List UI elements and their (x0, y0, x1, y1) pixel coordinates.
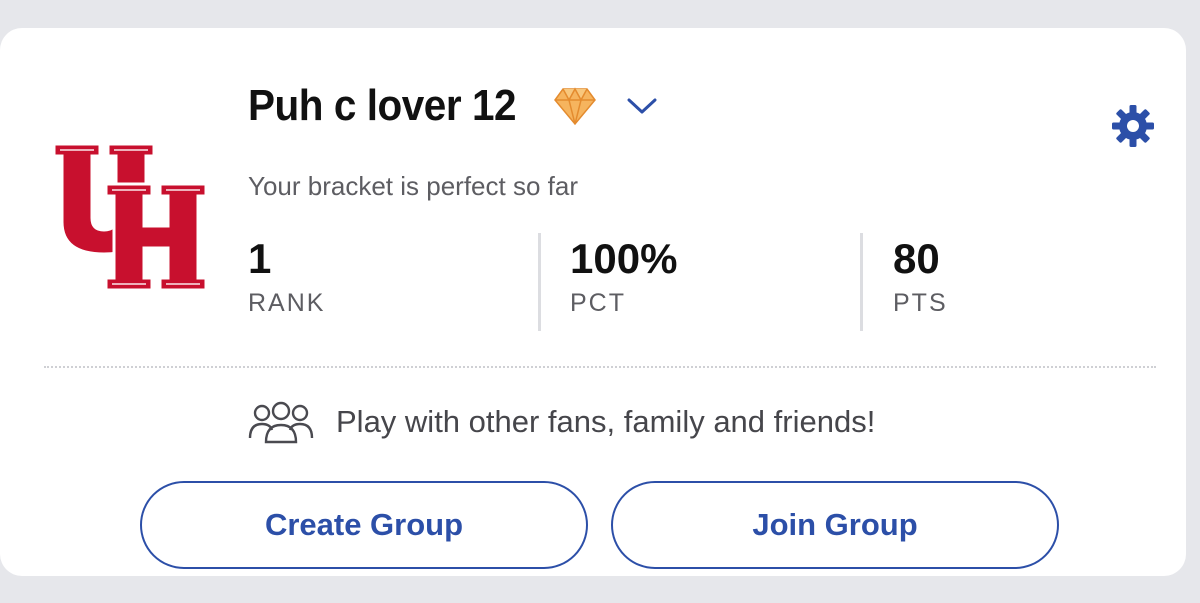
rank-value: 1 (248, 235, 272, 282)
stat-rank: 1 RANK (248, 234, 325, 318)
bracket-status: Your bracket is perfect so far (248, 171, 578, 201)
gem-icon (554, 87, 597, 126)
pct-label: PCT (570, 289, 626, 317)
people-group-icon (248, 401, 314, 444)
bracket-dropdown-button[interactable] (625, 89, 659, 123)
bracket-name: Puh c lover 12 (248, 81, 517, 130)
bracket-card: Puh c lover 12 Your bracket is perfect s… (0, 28, 1186, 576)
gear-icon[interactable] (1110, 103, 1156, 149)
stat-pct: 100% PCT (570, 234, 677, 318)
join-group-button[interactable]: Join Group (611, 481, 1059, 569)
pts-label: PTS (893, 289, 948, 317)
section-divider (44, 366, 1156, 368)
invite-prompt: Play with other fans, family and friends… (248, 400, 875, 444)
pts-value: 80 (893, 235, 940, 282)
invite-text: Play with other fans, family and friends… (336, 404, 876, 439)
uh-logo-icon (52, 142, 208, 290)
bracket-title-row[interactable]: Puh c lover 12 (248, 78, 659, 134)
chevron-down-icon (627, 98, 657, 114)
create-group-button[interactable]: Create Group (140, 481, 588, 569)
stat-divider (538, 233, 541, 331)
pct-value: 100% (570, 235, 678, 282)
stat-divider (860, 233, 863, 331)
stat-pts: 80 PTS (893, 234, 948, 318)
rank-label: RANK (248, 289, 326, 317)
